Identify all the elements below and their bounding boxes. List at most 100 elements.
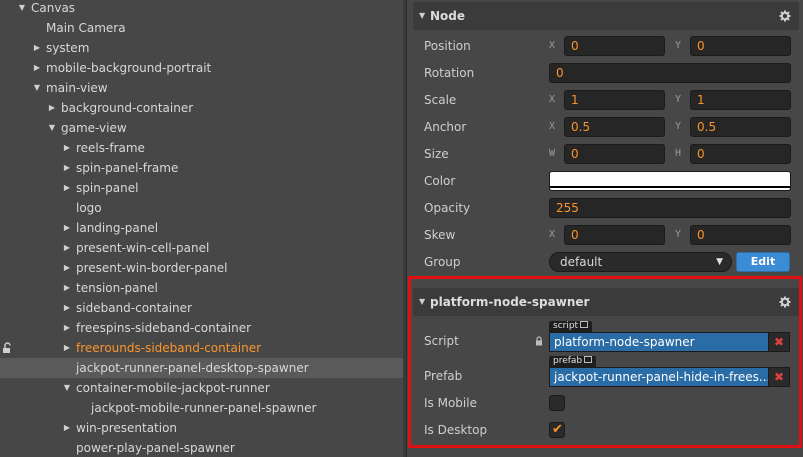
expand-arrow-right-icon[interactable]: ▶ <box>61 158 73 178</box>
tree-item[interactable]: Main Camera <box>0 18 403 38</box>
scale-label: Scale <box>424 93 457 107</box>
is-desktop-checkbox[interactable]: ✔ <box>549 422 565 438</box>
script-asset-field[interactable]: platform-node-spawner <box>549 332 769 352</box>
expand-arrow-right-icon[interactable]: ▶ <box>61 278 73 298</box>
tree-item-label: power-play-panel-spawner <box>76 441 235 455</box>
gear-icon[interactable] <box>779 296 791 308</box>
tree-item-label: jackpot-mobile-runner-panel-spawner <box>91 401 317 415</box>
size-w-input[interactable]: 0 <box>564 144 665 164</box>
expand-arrow-right-icon[interactable]: ▶ <box>61 318 73 338</box>
tree-item[interactable]: ▶ reels-frame <box>0 138 403 158</box>
expand-arrow-right-icon[interactable]: ▶ <box>61 258 73 278</box>
tree-item[interactable]: ▶ landing-panel <box>0 218 403 238</box>
opacity-label: Opacity <box>424 201 471 215</box>
tree-item-label: Main Camera <box>46 21 126 35</box>
tree-item-label: jackpot-runner-panel-desktop-spawner <box>76 361 309 375</box>
inspector-panel: ▼ Node Position X 0 Y 0 Rotation 0 Scale… <box>407 0 803 457</box>
component-section-header[interactable]: ▼ platform-node-spawner <box>413 288 799 316</box>
tree-item[interactable]: ▶ freerounds-sideband-container <box>0 338 403 358</box>
tree-item[interactable]: power-play-panel-spawner <box>0 438 403 457</box>
tree-item[interactable]: ▶ tension-panel <box>0 278 403 298</box>
expand-arrow-down-icon[interactable]: ▼ <box>31 78 43 98</box>
tree-item-label: tension-panel <box>76 281 158 295</box>
tree-item[interactable]: ▶ system <box>0 38 403 58</box>
expand-arrow-right-icon[interactable]: ▶ <box>31 38 43 58</box>
external-link-icon[interactable] <box>584 356 593 363</box>
rotation-input[interactable]: 0 <box>549 63 791 83</box>
unlock-icon[interactable] <box>2 342 14 354</box>
external-link-icon[interactable] <box>580 321 589 328</box>
prefab-asset-field[interactable]: jackpot-runner-panel-hide-in-frees... <box>549 367 769 387</box>
expand-arrow-right-icon[interactable]: ▶ <box>61 298 73 318</box>
tree-item-label: background-container <box>61 101 194 115</box>
tree-item-label: system <box>46 41 90 55</box>
tree-item[interactable]: ▼ Canvas <box>0 0 403 18</box>
tree-item[interactable]: ▼ main-view <box>0 78 403 98</box>
skew-x-input[interactable]: 0 <box>564 225 665 245</box>
collapse-arrow-icon[interactable]: ▼ <box>419 11 425 20</box>
size-h-axis: H <box>675 148 682 159</box>
color-label: Color <box>424 174 456 188</box>
tree-item[interactable]: jackpot-runner-panel-desktop-spawner <box>0 358 403 378</box>
anchor-y-axis: Y <box>675 121 682 132</box>
color-picker[interactable] <box>549 171 791 191</box>
position-y-input[interactable]: 0 <box>690 36 791 56</box>
position-x-input[interactable]: 0 <box>564 36 665 56</box>
node-section-header[interactable]: ▼ Node <box>413 2 799 30</box>
tree-item[interactable]: jackpot-mobile-runner-panel-spawner <box>0 398 403 418</box>
tree-item[interactable]: ▶ sideband-container <box>0 298 403 318</box>
size-h-input[interactable]: 0 <box>690 144 791 164</box>
expand-arrow-right-icon[interactable]: ▶ <box>61 218 73 238</box>
expand-arrow-down-icon[interactable]: ▼ <box>16 0 28 18</box>
expand-arrow-down-icon[interactable]: ▼ <box>61 378 73 398</box>
anchor-x-input[interactable]: 0.5 <box>564 117 665 137</box>
tree-item-label: present-win-border-panel <box>76 261 228 275</box>
lock-icon <box>536 336 542 346</box>
scale-y-input[interactable]: 1 <box>690 90 791 110</box>
tree-item[interactable]: ▶ win-presentation <box>0 418 403 438</box>
tree-item[interactable]: ▶ freespins-sideband-container <box>0 318 403 338</box>
expand-arrow-down-icon[interactable]: ▼ <box>46 118 58 138</box>
is-mobile-checkbox[interactable] <box>549 395 565 411</box>
expand-arrow-right-icon[interactable]: ▶ <box>61 418 73 438</box>
tree-item-label: mobile-background-portrait <box>46 61 212 75</box>
component-section-title: platform-node-spawner <box>430 295 590 309</box>
checkmark-icon: ✔ <box>552 422 563 437</box>
tree-item-label: spin-panel <box>76 181 139 195</box>
expand-arrow-right-icon[interactable]: ▶ <box>61 178 73 198</box>
collapse-arrow-icon[interactable]: ▼ <box>419 297 425 306</box>
scale-y-axis: Y <box>675 94 682 105</box>
tree-item[interactable]: ▶ spin-panel <box>0 178 403 198</box>
anchor-label: Anchor <box>424 120 467 134</box>
tree-item[interactable]: ▶ mobile-background-portrait <box>0 58 403 78</box>
expand-arrow-right-icon[interactable]: ▶ <box>31 58 43 78</box>
expand-arrow-right-icon[interactable]: ▶ <box>61 238 73 258</box>
script-clear-button[interactable]: ✖ <box>768 332 790 352</box>
group-select[interactable]: default ▼ <box>549 252 732 272</box>
expand-arrow-right-icon[interactable]: ▶ <box>61 338 73 358</box>
gear-icon[interactable] <box>779 10 791 22</box>
skew-x-axis: X <box>549 229 556 240</box>
rotation-label: Rotation <box>424 66 475 80</box>
tree-item[interactable]: ▼ game-view <box>0 118 403 138</box>
size-label: Size <box>424 147 449 161</box>
tree-item-label: Canvas <box>31 1 76 15</box>
expand-arrow-right-icon[interactable]: ▶ <box>46 98 58 118</box>
tree-item[interactable]: ▼ container-mobile-jackpot-runner <box>0 378 403 398</box>
script-asset-tag: script <box>549 321 593 332</box>
tree-item[interactable]: ▶ present-win-border-panel <box>0 258 403 278</box>
tree-item[interactable]: ▶ background-container <box>0 98 403 118</box>
opacity-input[interactable]: 255 <box>549 198 791 218</box>
anchor-y-input[interactable]: 0.5 <box>690 117 791 137</box>
group-label: Group <box>424 255 461 269</box>
group-edit-button[interactable]: Edit <box>736 252 790 272</box>
tree-item[interactable]: logo <box>0 198 403 218</box>
skew-y-input[interactable]: 0 <box>690 225 791 245</box>
scale-x-input[interactable]: 1 <box>564 90 665 110</box>
prefab-clear-button[interactable]: ✖ <box>768 367 790 387</box>
tree-item[interactable]: ▶ present-win-cell-panel <box>0 238 403 258</box>
expand-arrow-right-icon[interactable]: ▶ <box>61 138 73 158</box>
position-x-axis: X <box>549 40 556 51</box>
tree-item[interactable]: ▶ spin-panel-frame <box>0 158 403 178</box>
prefab-asset-tag: prefab <box>549 356 597 367</box>
